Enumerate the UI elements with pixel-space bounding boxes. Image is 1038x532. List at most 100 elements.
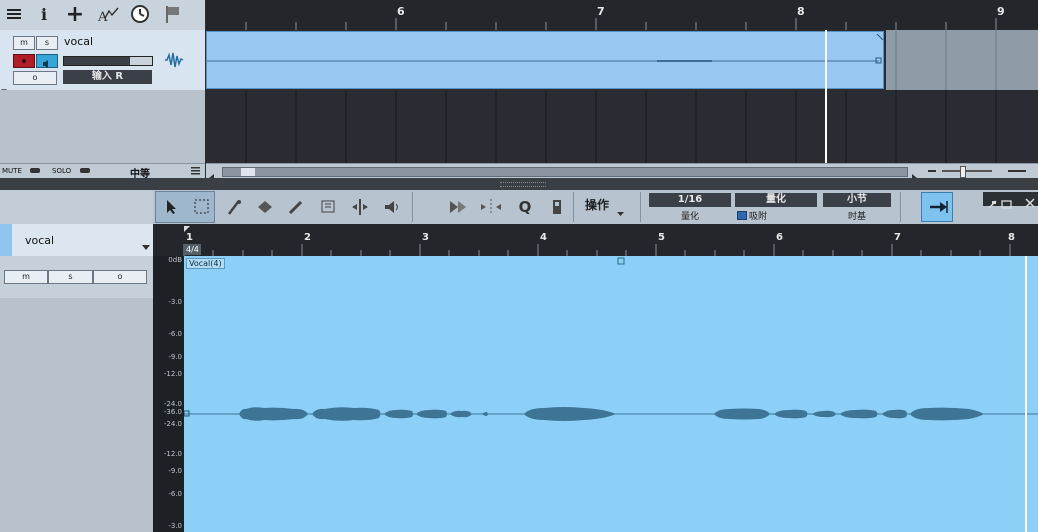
solo-led xyxy=(80,168,90,173)
editor-left-empty xyxy=(0,298,153,532)
editor-mute-button[interactable]: m xyxy=(4,270,48,284)
track-name[interactable]: vocal xyxy=(64,35,93,48)
zoom-in-icon[interactable] xyxy=(1008,170,1026,172)
db-label: -12.0 xyxy=(163,450,182,458)
scroll-thumb[interactable] xyxy=(241,168,255,176)
automation-icon[interactable]: A xyxy=(96,2,120,26)
editor-bar-8: 8 xyxy=(1008,232,1015,243)
clock-icon[interactable] xyxy=(128,2,152,26)
editor-track-header[interactable]: vocal xyxy=(0,224,153,256)
window-controls xyxy=(983,192,1038,209)
ruler-ticks xyxy=(245,18,997,30)
mute-button[interactable]: m xyxy=(13,36,35,50)
ruler-bar-6: 6 xyxy=(397,5,405,18)
eraser-tool-icon[interactable] xyxy=(253,195,277,219)
editor-ruler[interactable]: 1 2 3 4 5 6 7 8 4/4 xyxy=(153,224,1038,256)
range-tool-icon[interactable] xyxy=(190,195,214,219)
time-signature[interactable]: 4/4 xyxy=(184,244,201,255)
quantize-q-icon[interactable]: Q xyxy=(513,195,537,219)
global-mute-label[interactable]: MUTE xyxy=(2,167,22,175)
db-label: -3.0 xyxy=(168,522,182,530)
db-label: -24.0 xyxy=(163,400,182,408)
paint-tool-icon[interactable] xyxy=(316,195,340,219)
list-menu-icon[interactable] xyxy=(191,167,200,177)
toolbar-separator-4 xyxy=(900,192,901,222)
db-label: 0dB xyxy=(168,256,182,264)
db-label: -24.0 xyxy=(163,420,182,428)
detach-icon[interactable] xyxy=(988,194,997,213)
editor-solo-button[interactable]: s xyxy=(48,270,93,284)
horizontal-scrollbar[interactable] xyxy=(206,163,1038,182)
split-tool-icon[interactable] xyxy=(222,195,246,219)
quantize-button[interactable]: 量化 xyxy=(735,193,817,207)
zoom-slider[interactable] xyxy=(942,166,992,178)
editor-track-name[interactable]: vocal xyxy=(25,234,54,247)
toolbar-separator-3 xyxy=(640,192,641,222)
monitor-o-button[interactable]: o xyxy=(13,71,57,85)
arrow-tool-icon[interactable] xyxy=(159,195,183,219)
ruler-bar-8: 8 xyxy=(797,5,805,18)
ruler-bar-9: 9 xyxy=(997,5,1005,18)
event-waveform xyxy=(207,33,884,64)
db-scale: 0dB -3.0 -6.0 -9.0 -12.0 -24.0 -36.0 -24… xyxy=(153,256,184,532)
flag-icon[interactable] xyxy=(160,2,184,26)
global-solo-label[interactable]: SOLO xyxy=(52,167,71,175)
record-arm-button[interactable] xyxy=(13,54,35,68)
panel-divider[interactable] xyxy=(0,178,1038,190)
waveform-display xyxy=(184,256,1038,532)
audio-editor-waveform[interactable]: Vocal(4) xyxy=(184,256,1038,532)
waveform-icon[interactable] xyxy=(164,50,184,74)
menu-icon[interactable] xyxy=(2,2,26,26)
editor-bar-6: 6 xyxy=(776,232,783,243)
editor-bar-1: 1 xyxy=(186,232,193,243)
editor-bar-7: 7 xyxy=(894,232,901,243)
timebase-label: 时基 xyxy=(847,212,866,222)
editor-mso-bar: m s o xyxy=(0,256,153,299)
listen-tool-icon[interactable] xyxy=(380,195,404,219)
ruler-bar-7: 7 xyxy=(597,5,605,18)
snap-checkbox[interactable] xyxy=(737,211,747,220)
action-menu-dropdown-icon[interactable] xyxy=(617,202,624,221)
input-select[interactable]: 输入 R xyxy=(63,70,152,84)
toolbar-separator xyxy=(412,192,413,222)
zoom-out-icon[interactable] xyxy=(928,170,936,172)
toolbar-separator-2 xyxy=(573,192,574,222)
autoscroll-button[interactable] xyxy=(921,192,953,222)
close-icon[interactable] xyxy=(1025,193,1035,212)
action-menu[interactable]: 操作 xyxy=(585,196,609,213)
mute-solo-bar: MUTE SOLO 中等 xyxy=(0,163,205,180)
volume-meter[interactable] xyxy=(63,56,153,66)
bend-marker-icon[interactable] xyxy=(479,195,503,219)
info-icon[interactable]: i xyxy=(32,2,56,26)
quantize-label: 量化 xyxy=(680,212,699,222)
maximize-icon[interactable] xyxy=(1001,194,1012,213)
db-label: -36.0 xyxy=(163,408,182,416)
track-dropdown-icon[interactable] xyxy=(142,236,150,255)
editor-monitor-button[interactable]: o xyxy=(93,270,147,284)
track-color-strip xyxy=(0,224,12,256)
quantize-value[interactable]: 1/16 xyxy=(649,193,731,207)
tempo-icon[interactable] xyxy=(545,195,569,219)
snap-label: 吸附 xyxy=(749,212,768,222)
bend-tool-icon[interactable] xyxy=(348,195,372,219)
editor-bar-2: 2 xyxy=(304,232,311,243)
track-header: m s vocal o 输入 R xyxy=(0,30,205,93)
scroll-track[interactable] xyxy=(222,167,908,177)
solo-button[interactable]: s xyxy=(36,36,58,50)
top-toolbar: i + A xyxy=(0,0,205,31)
audiobend-icon[interactable] xyxy=(446,195,470,219)
playhead-cursor[interactable] xyxy=(825,30,827,163)
db-label: -6.0 xyxy=(168,330,182,338)
db-label: -6.0 xyxy=(168,490,182,498)
timebase-select[interactable]: 小节 xyxy=(823,193,891,207)
audio-event[interactable] xyxy=(206,31,884,89)
add-icon[interactable]: + xyxy=(63,2,87,27)
editor-bar-4: 4 xyxy=(540,232,547,243)
pencil-tool-icon[interactable] xyxy=(284,195,308,219)
event-name-label[interactable]: Vocal(4) xyxy=(186,258,225,269)
editor-bar-3: 3 xyxy=(422,232,429,243)
arrange-ruler[interactable]: 6 7 8 9 xyxy=(206,0,1038,30)
monitor-button[interactable] xyxy=(36,54,58,68)
db-label: -12.0 xyxy=(163,370,182,378)
db-label: -9.0 xyxy=(168,467,182,475)
